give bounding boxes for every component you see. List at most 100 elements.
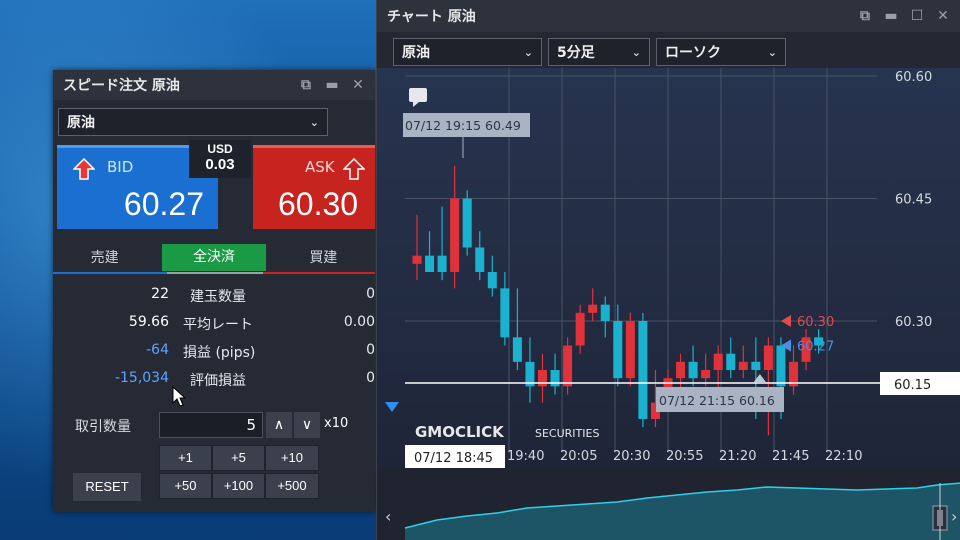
position-row-pips: -64 損益 (pips) 0	[53, 342, 375, 370]
position-quantity-label: 建玉数量	[190, 289, 246, 305]
scroll-down-icon	[385, 402, 399, 412]
quick-add-5-button[interactable]: +5	[212, 445, 265, 471]
low-marker-label: 07/12 21:15 60.16	[659, 393, 775, 408]
position-row-pnl: -15,034 評価損益 0	[53, 370, 375, 398]
candle-body	[550, 370, 560, 387]
spread-value: 0.03	[205, 156, 235, 173]
candle-body	[412, 255, 422, 264]
tab-buy-open[interactable]: 買建	[272, 247, 375, 267]
quick-add-50-button[interactable]: +50	[159, 473, 212, 499]
candle-body	[688, 361, 698, 379]
order-titlebar[interactable]: スピード注文 原油 ⧉ ▬ ✕	[53, 70, 375, 100]
maximize-icon[interactable]: ☐	[910, 8, 924, 24]
tab-underline-buy	[263, 272, 375, 274]
quick-add-500-button[interactable]: +500	[265, 473, 319, 499]
navigator-left-icon[interactable]: ‹	[385, 507, 391, 526]
close-icon[interactable]: ✕	[351, 77, 365, 93]
lot-quantity-input[interactable]: 5	[159, 412, 263, 438]
quick-add-100-button[interactable]: +100	[212, 473, 265, 499]
position-average-value: 59.66	[128, 314, 169, 330]
time-axis-label: 22:10	[825, 449, 862, 464]
ask-button[interactable]: ASK 60.30	[253, 145, 375, 229]
tab-close-all[interactable]: 全決済	[162, 243, 266, 271]
position-quantity-right: 0	[366, 286, 375, 302]
order-tabs: 売建 全決済 買建	[53, 238, 375, 276]
candle-body	[487, 272, 497, 289]
spread-currency: USD	[207, 142, 233, 156]
price-axis-label: 60.30	[895, 315, 932, 330]
candle-body	[563, 345, 573, 387]
candle-body	[575, 312, 585, 346]
ask-label: ASK	[305, 158, 335, 176]
chart-type-value: ローソク	[665, 45, 721, 61]
minimize-icon[interactable]: ▬	[884, 8, 898, 24]
lot-increase-button[interactable]: ∧	[266, 412, 292, 438]
position-average-label: 平均レート	[183, 317, 253, 333]
position-average-right: 0.00	[343, 314, 375, 330]
bid-label: BID	[107, 158, 134, 176]
quick-add-10-button[interactable]: +10	[265, 445, 319, 471]
candle-body	[738, 361, 748, 370]
chevron-down-icon: ⌄	[523, 45, 533, 59]
time-axis-label: 19:40	[507, 449, 544, 464]
ask-price: 60.30	[278, 186, 359, 222]
candlestick-chart: 60.60 60.45 60.30 60.30 60.27 07/12 19:15 60.…	[385, 68, 960, 468]
time-axis-label: 21:20	[719, 449, 756, 464]
candle-body	[726, 353, 736, 370]
chart-navigator[interactable]: ‹ ›	[377, 468, 960, 540]
ask-price-label: 60.30	[797, 315, 834, 330]
watermark-sub: SECURITIES	[535, 427, 599, 440]
spread-box: USD 0.03	[189, 140, 251, 178]
chart-plot-area[interactable]: 60.60 60.45 60.30 60.30 60.27 07/12 19:15 60.…	[377, 68, 960, 468]
candle-body	[437, 255, 447, 272]
time-axis-label: 20:55	[666, 449, 703, 464]
lot-multiplier: x10	[324, 416, 349, 431]
chevron-up-icon: ∧	[273, 417, 285, 433]
chart-symbol-select[interactable]: 原油 ⌄	[393, 38, 542, 66]
bid-price: 60.27	[123, 186, 204, 222]
candle-body	[625, 321, 635, 379]
chart-titlebar[interactable]: チャート 原油 ⧉ ▬ ☐ ✕	[377, 0, 960, 32]
close-icon[interactable]: ✕	[936, 8, 950, 24]
comment-icon-tail	[413, 102, 419, 107]
chart-type-select[interactable]: ローソク ⌄	[656, 38, 786, 66]
tab-sell-open[interactable]: 売建	[53, 247, 156, 267]
candle-body	[500, 288, 510, 338]
candle-body	[462, 198, 472, 248]
tab-underline-sell	[53, 272, 167, 274]
timeframe-select[interactable]: 5分足 ⌄	[548, 38, 650, 66]
chart-symbol-value: 原油	[402, 45, 430, 61]
chevron-down-icon: ⌄	[309, 115, 319, 129]
crosshair-price-label: 60.15	[894, 378, 931, 393]
mouse-cursor-icon	[172, 386, 186, 407]
high-marker-label: 07/12 19:15 60.49	[405, 118, 521, 133]
candle-body	[588, 304, 598, 313]
quick-add-1-button[interactable]: +1	[159, 445, 212, 471]
candle-body	[676, 361, 686, 379]
candle-body	[776, 345, 786, 387]
candle-body	[425, 255, 435, 272]
candle-body	[450, 198, 460, 272]
candle-body	[512, 337, 522, 362]
chevron-down-icon: ⌄	[631, 45, 641, 59]
position-pnl-label: 評価損益	[190, 373, 246, 389]
arrow-up-icon	[73, 158, 95, 180]
watermark-brand: GMOCLICK	[415, 423, 505, 441]
candle-body	[600, 304, 610, 321]
reset-button[interactable]: RESET	[73, 473, 141, 501]
lot-decrease-button[interactable]: ∨	[294, 412, 320, 438]
chevron-down-icon: ∨	[301, 417, 313, 433]
navigator-right-icon[interactable]: ›	[951, 507, 957, 526]
candle-body	[613, 321, 623, 379]
tab-underline-close	[167, 272, 263, 274]
candle-body	[701, 370, 711, 379]
minimize-icon[interactable]: ▬	[325, 77, 339, 93]
time-axis-label: 21:45	[772, 449, 809, 464]
popout-icon[interactable]: ⧉	[858, 8, 872, 24]
popout-icon[interactable]: ⧉	[299, 77, 313, 93]
chart-title: チャート 原油	[387, 9, 476, 25]
arrow-up-icon	[343, 158, 365, 180]
order-symbol-value: 原油	[67, 115, 95, 131]
order-symbol-select[interactable]: 原油 ⌄	[58, 108, 328, 136]
position-pnl-value: -15,034	[114, 370, 169, 386]
